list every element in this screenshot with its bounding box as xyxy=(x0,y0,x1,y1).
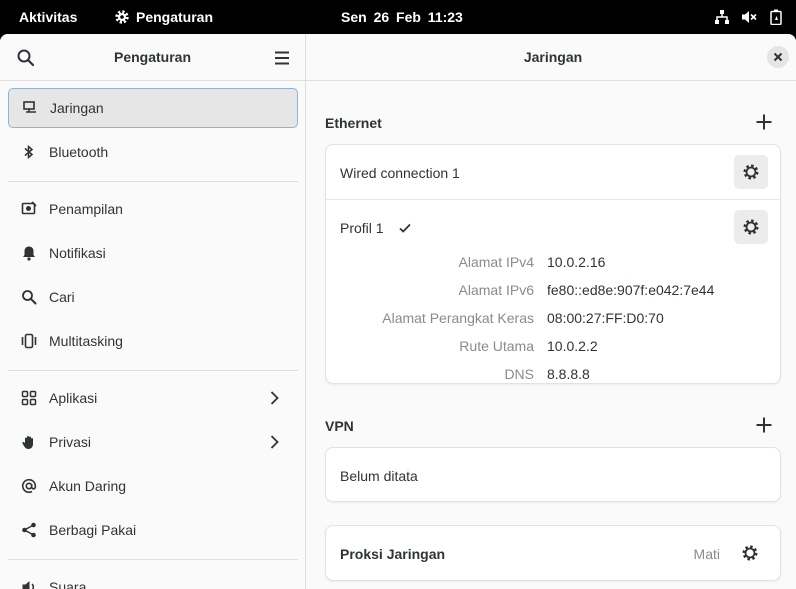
sidebar-item-label: Jaringan xyxy=(50,100,104,116)
gear-icon xyxy=(743,164,759,180)
appearance-icon xyxy=(20,200,38,218)
default-route-label: Rute Utama xyxy=(459,338,534,354)
bell-icon xyxy=(20,244,38,262)
page-title: Jaringan xyxy=(523,49,583,65)
sidebar-item-label: Privasi xyxy=(49,434,92,450)
vpn-card: Belum ditata xyxy=(325,447,781,502)
sidebar-item-label: Cari xyxy=(49,289,75,305)
profile-settings-button[interactable] xyxy=(734,210,768,244)
chevron-right-icon xyxy=(270,435,279,449)
gear-icon xyxy=(743,219,759,235)
card-divider xyxy=(326,199,780,200)
settings-window: Pengaturan Jaringan Bluetooth Penampilan xyxy=(0,34,796,589)
sidebar-item-label: Notifikasi xyxy=(49,245,106,261)
ipv4-label: Alamat IPv4 xyxy=(458,254,534,270)
gear-icon xyxy=(115,10,129,24)
sidebar-item-notifikasi[interactable]: Notifikasi xyxy=(8,233,298,273)
ipv6-value: fe80::ed8e:907f:e042:7e44 xyxy=(547,282,715,298)
search-icon xyxy=(20,288,38,306)
sidebar-item-label: Bluetooth xyxy=(49,144,109,160)
volume-muted-icon xyxy=(742,11,757,23)
ethernet-card: Wired connection 1 Profil 1 Alamat IPv4 … xyxy=(325,144,781,384)
ipv6-label: Alamat IPv6 xyxy=(458,282,534,298)
sidebar-item-suara[interactable]: Suara xyxy=(8,567,298,589)
content-header: Jaringan xyxy=(306,34,796,81)
checkmark-icon xyxy=(399,223,411,233)
hardware-address-label: Alamat Perangkat Keras xyxy=(382,310,534,326)
proxy-status: Mati xyxy=(693,546,720,562)
share-icon xyxy=(20,521,38,539)
wired-connection-settings-button[interactable] xyxy=(734,155,768,189)
sidebar-divider xyxy=(8,181,298,182)
battery-icon xyxy=(770,9,782,25)
sidebar-item-label: Akun Daring xyxy=(49,478,127,494)
sidebar-item-bluetooth[interactable]: Bluetooth xyxy=(8,132,298,172)
sidebar-divider xyxy=(8,559,298,560)
add-ethernet-button[interactable] xyxy=(754,112,774,132)
sidebar-header: Pengaturan xyxy=(0,34,305,81)
system-tray[interactable] xyxy=(714,9,784,25)
sidebar: Pengaturan Jaringan Bluetooth Penampilan xyxy=(0,34,306,589)
profile-label: Profil 1 xyxy=(340,220,384,236)
apps-grid-icon xyxy=(20,389,38,407)
network-panel: Jaringan Ethernet Wired connection 1 Pro… xyxy=(306,34,796,589)
app-name-label: Pengaturan xyxy=(136,9,214,25)
sidebar-item-penampilan[interactable]: Penampilan xyxy=(8,189,298,229)
hand-icon xyxy=(20,433,38,451)
gear-icon[interactable] xyxy=(741,544,759,562)
close-icon xyxy=(773,52,783,62)
proxy-label: Proksi Jaringan xyxy=(340,546,446,562)
at-icon xyxy=(20,477,38,495)
ipv4-value: 10.0.2.16 xyxy=(547,254,606,270)
sidebar-item-aplikasi[interactable]: Aplikasi xyxy=(8,378,298,418)
sidebar-item-cari[interactable]: Cari xyxy=(8,277,298,317)
wired-connection-label: Wired connection 1 xyxy=(340,165,460,181)
ethernet-section-title: Ethernet xyxy=(325,115,382,131)
sidebar-title: Pengaturan xyxy=(113,49,191,65)
sidebar-item-label: Berbagi Pakai xyxy=(49,522,137,538)
sidebar-item-jaringan[interactable]: Jaringan xyxy=(8,88,298,128)
proxy-card[interactable]: Proksi Jaringan Mati xyxy=(325,525,781,581)
hardware-address-value: 08:00:27:FF:D0:70 xyxy=(547,310,664,326)
sidebar-item-akun-daring[interactable]: Akun Daring xyxy=(8,466,298,506)
hamburger-menu-icon[interactable] xyxy=(272,48,292,68)
sidebar-item-label: Suara xyxy=(49,579,87,589)
sidebar-item-label: Penampilan xyxy=(49,201,123,217)
dns-value: 8.8.8.8 xyxy=(547,366,590,382)
activities-button[interactable]: Aktivitas xyxy=(19,9,77,25)
bluetooth-icon xyxy=(20,143,38,161)
wired-network-icon xyxy=(715,10,729,24)
sidebar-item-privasi[interactable]: Privasi xyxy=(8,422,298,462)
sidebar-item-label: Multitasking xyxy=(49,333,123,349)
top-bar: Aktivitas Pengaturan Sen 26 Feb 11:23 xyxy=(0,0,796,34)
sidebar-divider xyxy=(8,370,298,371)
speaker-icon xyxy=(20,578,38,589)
vpn-empty-label: Belum ditata xyxy=(340,468,418,484)
default-route-value: 10.0.2.2 xyxy=(547,338,598,354)
dns-label: DNS xyxy=(504,366,534,382)
chevron-right-icon xyxy=(270,391,279,405)
sidebar-item-multitasking[interactable]: Multitasking xyxy=(8,321,298,361)
add-vpn-button[interactable] xyxy=(754,415,774,435)
network-icon xyxy=(21,99,39,117)
vpn-section-title: VPN xyxy=(325,418,354,434)
multitasking-icon xyxy=(20,332,38,350)
sidebar-item-label: Aplikasi xyxy=(49,390,98,406)
app-menu-button[interactable]: Pengaturan xyxy=(114,9,213,25)
close-button[interactable] xyxy=(767,46,789,68)
sidebar-item-berbagi-pakai[interactable]: Berbagi Pakai xyxy=(8,510,298,550)
clock-button[interactable]: Sen 26 Feb 11:23 xyxy=(341,9,463,25)
